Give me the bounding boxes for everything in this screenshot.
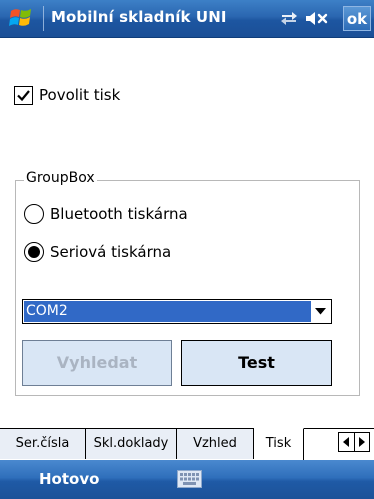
port-select-value: COM2 xyxy=(24,301,311,322)
tab-scroll-control xyxy=(338,432,370,452)
speaker-muted-icon[interactable] xyxy=(305,10,331,27)
windows-flag-icon[interactable] xyxy=(9,6,35,30)
tab-stock-documents[interactable]: Skl.doklady xyxy=(86,429,177,459)
print-enable-checkbox[interactable]: Povolit tisk xyxy=(14,84,120,106)
app-title: Mobilní skladník UNI xyxy=(51,8,227,26)
radio-selected-dot xyxy=(28,246,40,258)
chevron-down-icon[interactable] xyxy=(311,301,329,322)
keyboard-icon[interactable] xyxy=(177,470,202,488)
title-divider xyxy=(43,6,44,31)
radio-button[interactable] xyxy=(24,204,44,224)
tab-serial-numbers[interactable]: Ser.čísla xyxy=(0,429,86,459)
radio-label: Bluetooth tiskárna xyxy=(50,205,188,223)
groupbox-title: GroupBox xyxy=(24,170,97,186)
checkmark-icon xyxy=(17,89,30,101)
tab-appearance[interactable]: Vzhled xyxy=(177,429,254,459)
menu-bar: Hotovo xyxy=(0,460,374,499)
tab-bar: Ser.čísla Skl.doklady Vzhled Tisk xyxy=(0,428,374,460)
radio-button[interactable] xyxy=(24,242,44,262)
title-bar: Mobilní skladník UNI ok xyxy=(0,0,374,38)
find-button[interactable]: Vyhledat xyxy=(22,340,172,386)
port-select[interactable]: COM2 xyxy=(22,299,332,324)
checkbox-box[interactable] xyxy=(14,85,33,105)
done-softkey[interactable]: Hotovo xyxy=(39,470,99,488)
radio-label: Seriová tiskárna xyxy=(50,243,172,261)
test-button[interactable]: Test xyxy=(181,340,332,386)
connectivity-arrows-icon[interactable] xyxy=(279,10,299,27)
tab-scroll-right-icon[interactable] xyxy=(353,433,370,451)
radio-bluetooth-printer[interactable]: Bluetooth tiskárna xyxy=(24,203,188,225)
tab-scroll-left-icon[interactable] xyxy=(339,433,354,451)
print-enable-label: Povolit tisk xyxy=(39,86,121,104)
radio-serial-printer[interactable]: Seriová tiskárna xyxy=(24,241,171,263)
tab-print[interactable]: Tisk xyxy=(254,428,304,460)
ok-button[interactable]: ok xyxy=(343,6,371,31)
